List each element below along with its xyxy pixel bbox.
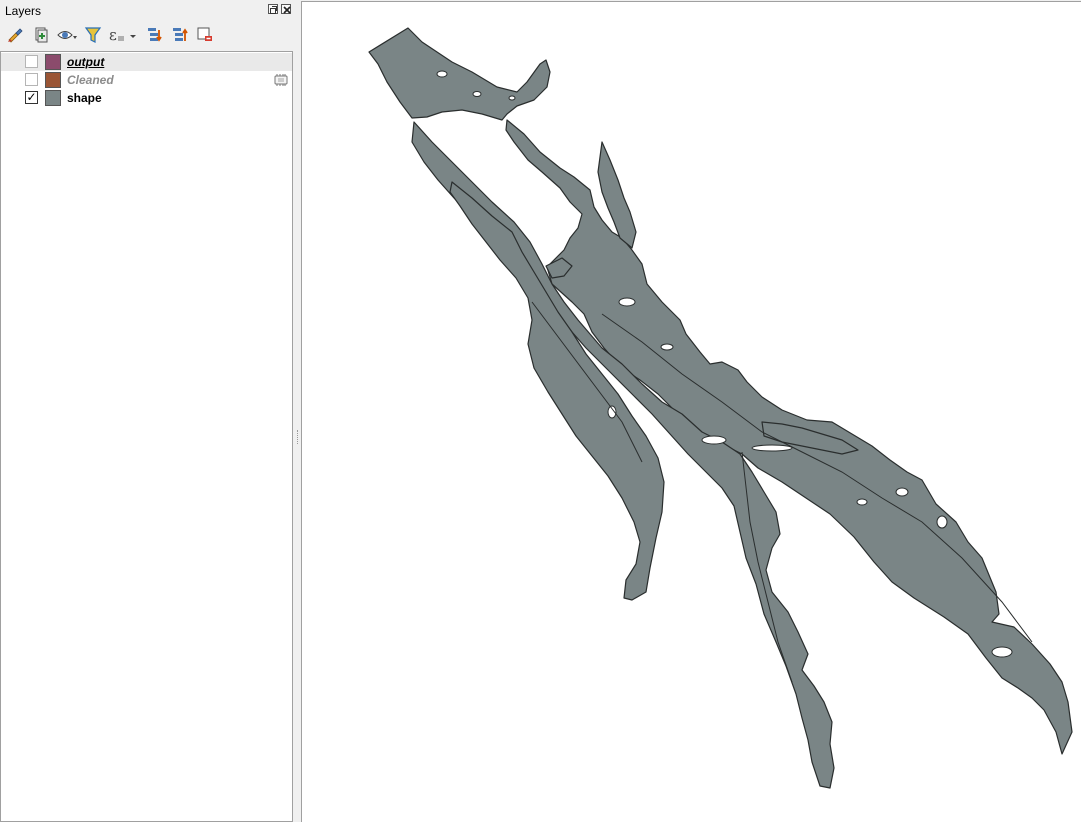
- map-canvas[interactable]: [301, 1, 1081, 822]
- remove-layer-icon[interactable]: [194, 24, 216, 46]
- collapse-all-icon[interactable]: [169, 24, 191, 46]
- layers-tree: output Cleaned ✓ shape: [0, 51, 293, 822]
- panel-title: Layers: [5, 4, 42, 18]
- visibility-eye-icon[interactable]: [56, 24, 78, 46]
- layer-row-shape[interactable]: ✓ shape: [1, 89, 292, 107]
- layer-visibility-checkbox[interactable]: [25, 55, 38, 68]
- temporary-layer-icon[interactable]: [273, 73, 289, 87]
- float-panel-icon[interactable]: [268, 4, 278, 14]
- river-polygon: [368, 27, 551, 121]
- map-rendering: [368, 27, 1073, 789]
- layer-visibility-checkbox[interactable]: [25, 73, 38, 86]
- shape-layer-features: [368, 27, 1073, 789]
- layer-name: shape: [67, 91, 102, 105]
- layer-row-cleaned[interactable]: Cleaned: [1, 71, 292, 89]
- filter-expression-icon[interactable]: ε: [106, 24, 140, 46]
- layers-panel: Layers ε output Cleaned ✓ shape: [0, 0, 295, 822]
- close-panel-icon[interactable]: [281, 4, 291, 14]
- layers-toolbar: ε: [4, 24, 292, 46]
- layer-symbol-swatch: [45, 72, 61, 88]
- add-group-icon[interactable]: [30, 24, 52, 46]
- layer-symbol-swatch: [45, 90, 61, 106]
- layer-row-output[interactable]: output: [1, 53, 292, 71]
- style-manager-icon[interactable]: [4, 24, 26, 46]
- layer-name: output: [67, 55, 105, 69]
- expand-all-icon[interactable]: [144, 24, 166, 46]
- svg-text:ε: ε: [109, 26, 117, 44]
- layer-visibility-checkbox[interactable]: ✓: [25, 91, 38, 104]
- filter-legend-icon[interactable]: [82, 24, 104, 46]
- splitter-grip[interactable]: [297, 430, 299, 444]
- layer-name: Cleaned: [67, 73, 114, 87]
- layer-symbol-swatch: [45, 54, 61, 70]
